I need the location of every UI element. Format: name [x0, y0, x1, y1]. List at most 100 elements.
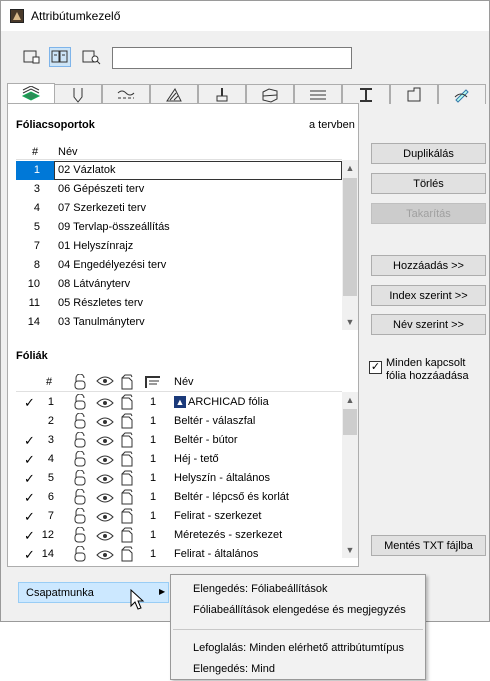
lock-icon[interactable] — [72, 489, 88, 505]
layers-list[interactable]: # Név ✓ 1 1 ▲ ARCHICAD fólia 2 1 Beltér - válas… — [16, 372, 342, 562]
composites-icon — [310, 90, 326, 99]
eye-icon[interactable] — [96, 549, 114, 561]
tab-profiles[interactable] — [342, 84, 390, 104]
add-button[interactable]: Hozzáadás >> — [371, 255, 486, 276]
layer-name: Beltér - válaszfal — [174, 415, 256, 427]
layer-row[interactable]: ✓ 6 1 Beltér - lépcső és korlát — [16, 488, 342, 507]
wireframe-icon[interactable] — [119, 489, 135, 505]
lock-icon[interactable] — [72, 470, 88, 486]
layer-group-row[interactable]: 5 09 Tervlap-összeállítás — [16, 218, 342, 237]
building-material-icon — [262, 87, 278, 103]
layer-number: 5 — [47, 472, 54, 484]
layer-row[interactable]: 2 1 Beltér - válaszfal — [16, 412, 342, 431]
save-txt-button[interactable]: Mentés TXT fájlba — [371, 535, 486, 556]
layers-scroll-thumb[interactable] — [343, 409, 357, 435]
eye-icon[interactable] — [96, 473, 114, 485]
menu-item-release-with-comment[interactable]: Fóliabeállítások elengedése és megjegyzé… — [193, 604, 406, 616]
lock-icon[interactable] — [72, 546, 88, 562]
eye-icon[interactable] — [96, 397, 114, 409]
add-all-linked-checkbox[interactable]: ✓ — [369, 361, 382, 374]
layer-group-row[interactable]: 7 01 Helyszínrajz — [16, 237, 342, 256]
menu-item-reserve-all-attributes[interactable]: Lefoglalás: Minden elérhető attribútumtí… — [193, 642, 404, 654]
lock-icon[interactable] — [72, 451, 88, 467]
lock-icon[interactable] — [72, 394, 88, 410]
scroll-down-icon[interactable]: ▼ — [342, 314, 358, 330]
eye-icon[interactable] — [96, 492, 114, 504]
scroll-up-icon[interactable]: ▲ — [342, 160, 358, 176]
add-by-index-button[interactable]: Index szerint >> — [371, 285, 486, 306]
group-number: 14 — [27, 316, 40, 328]
wireframe-icon[interactable] — [119, 413, 135, 429]
wireframe-icon[interactable] — [119, 451, 135, 467]
lock-icon[interactable] — [72, 508, 88, 524]
lock-icon[interactable] — [72, 413, 88, 429]
tab-fills[interactable] — [150, 84, 198, 104]
wireframe-icon[interactable] — [119, 527, 135, 543]
layer-group-row[interactable]: 3 06 Gépészeti terv — [16, 180, 342, 199]
layer-group-row[interactable]: 8 04 Engedélyezési terv — [16, 256, 342, 275]
search-view-button[interactable] — [80, 47, 102, 67]
tab-graphic-overrides[interactable] — [438, 84, 486, 104]
purge-button[interactable]: Takarítás — [371, 203, 486, 224]
layer-groups-list[interactable]: # Név 1 02 Vázlatok 3 06 Gépészeti terv 4 07 … — [16, 142, 342, 332]
layer-row[interactable]: ✓ 14 1 Felirat - általános — [16, 545, 342, 564]
eye-icon[interactable] — [96, 530, 114, 542]
tab-building-materials[interactable] — [246, 84, 294, 104]
group-name: 04 Engedélyezési terv — [58, 259, 167, 271]
layer-row[interactable]: ✓ 5 1 Helyszín - általános — [16, 469, 342, 488]
pen-icon — [73, 87, 83, 103]
layer-name: Héj - tető — [174, 453, 219, 465]
groups-scroll-thumb[interactable] — [343, 178, 357, 296]
layer-number: 2 — [47, 415, 54, 427]
tab-layers[interactable] — [7, 83, 55, 104]
wireframe-icon — [121, 374, 133, 390]
wireframe-icon[interactable] — [119, 470, 135, 486]
tab-surfaces[interactable] — [198, 84, 246, 104]
menu-item-release-all[interactable]: Elengedés: Mind — [193, 663, 275, 675]
wireframe-icon[interactable] — [119, 394, 135, 410]
tab-pens[interactable] — [54, 84, 102, 104]
layer-name: ARCHICAD fólia — [188, 396, 269, 408]
group-number: 10 — [27, 278, 40, 290]
eye-icon[interactable] — [96, 416, 114, 428]
dual-list-view-button[interactable] — [49, 47, 71, 67]
tab-line-types[interactable] — [102, 84, 150, 104]
layer-row[interactable]: ✓ 4 1 Héj - tető — [16, 450, 342, 469]
layer-group-row[interactable]: 1 02 Vázlatok — [16, 161, 342, 180]
delete-button[interactable]: Törlés — [371, 173, 486, 194]
add-by-name-button[interactable]: Név szerint >> — [371, 314, 486, 335]
tab-composites[interactable] — [294, 84, 342, 104]
groups-scrollbar[interactable]: ▲ ▼ — [342, 160, 358, 330]
layer-intersection-group: 1 — [150, 510, 157, 522]
layer-group-row[interactable]: 14 03 Tanulmányterv — [16, 313, 342, 332]
layer-row[interactable]: ✓ 1 1 ▲ ARCHICAD fólia — [16, 393, 342, 412]
layer-group-row[interactable]: 10 08 Látványterv — [16, 275, 342, 294]
groups-title: Fóliacsoportok — [16, 119, 95, 131]
layers-scrollbar[interactable]: ▲ ▼ — [342, 392, 358, 558]
wireframe-icon[interactable] — [119, 508, 135, 524]
eye-icon[interactable] — [96, 454, 114, 466]
search-input[interactable] — [112, 47, 352, 69]
scroll-down-icon[interactable]: ▼ — [342, 542, 358, 558]
layer-row[interactable]: ✓ 12 1 Méretezés - szerkezet — [16, 526, 342, 545]
eye-icon[interactable] — [96, 435, 114, 447]
layer-row[interactable]: ✓ 7 1 Felirat - szerkezet — [16, 507, 342, 526]
group-number: 5 — [33, 221, 40, 233]
lock-icon[interactable] — [72, 432, 88, 448]
layer-row[interactable]: ✓ 3 1 Beltér - bútor — [16, 431, 342, 450]
eye-icon[interactable] — [96, 511, 114, 523]
wireframe-icon[interactable] — [119, 546, 135, 562]
layer-group-row[interactable]: 11 05 Részletes terv — [16, 294, 342, 313]
scroll-up-icon[interactable]: ▲ — [342, 392, 358, 408]
lock-icon[interactable] — [72, 527, 88, 543]
attribute-type-tabs — [7, 83, 490, 104]
mouse-cursor-icon — [130, 589, 145, 610]
wireframe-icon[interactable] — [119, 432, 135, 448]
layer-intersection-group: 1 — [150, 529, 157, 541]
menu-item-release-layer-settings[interactable]: Elengedés: Fóliabeállítások — [193, 583, 328, 595]
layer-number: 14 — [41, 548, 54, 560]
duplicate-button[interactable]: Duplikálás — [371, 143, 486, 164]
tab-zone-categories[interactable] — [390, 84, 438, 104]
layer-group-row[interactable]: 4 07 Szerkezeti terv — [16, 199, 342, 218]
list-view-button[interactable] — [21, 47, 43, 67]
